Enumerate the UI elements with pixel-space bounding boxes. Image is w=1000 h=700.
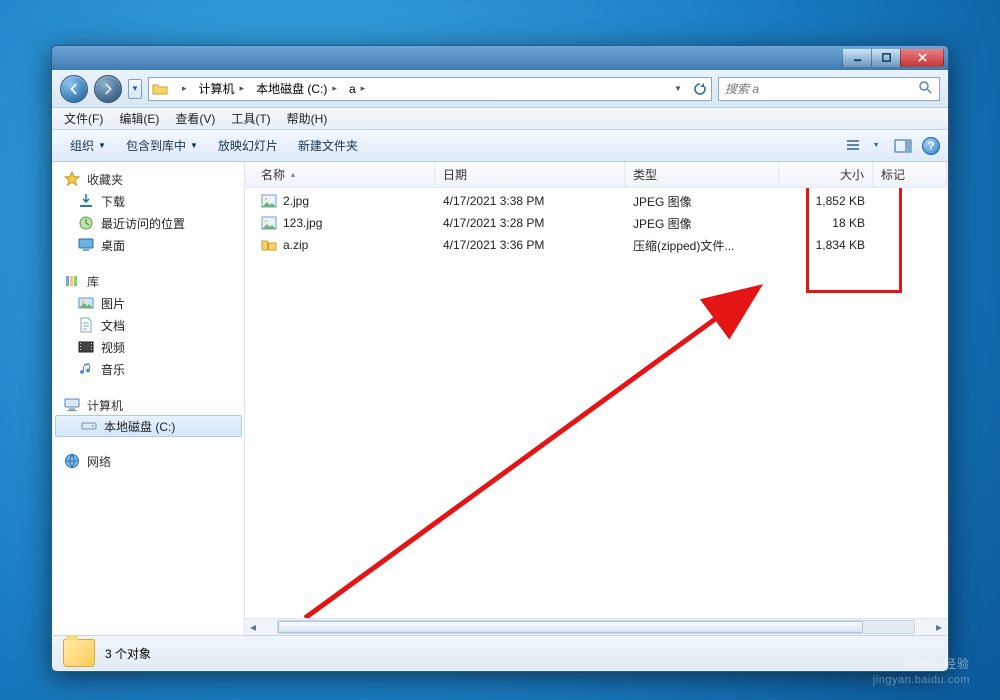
file-type: JPEG 图像	[625, 215, 779, 232]
desktop-icon	[77, 236, 95, 254]
sidebar-item-videos[interactable]: 视频	[53, 336, 244, 358]
pictures-icon	[77, 294, 95, 312]
refresh-button[interactable]	[689, 78, 711, 100]
main-area: 收藏夹 下载 最近访问的位置 桌面 库	[53, 162, 947, 635]
search-icon	[917, 79, 933, 98]
computer-icon	[63, 396, 81, 414]
table-row[interactable]: 123.jpg4/17/2021 3:28 PMJPEG 图像18 KB	[245, 212, 947, 234]
sidebar-item-downloads[interactable]: 下载	[53, 190, 244, 212]
videos-icon	[77, 338, 95, 356]
scrollbar-track[interactable]	[277, 620, 915, 634]
sidebar-item-documents[interactable]: 文档	[53, 314, 244, 336]
column-date[interactable]: 日期	[435, 162, 625, 187]
file-name: a.zip	[253, 237, 435, 253]
titlebar	[52, 46, 948, 70]
sidebar-favorites[interactable]: 收藏夹	[53, 168, 244, 190]
organize-button[interactable]: 组织▼	[60, 134, 116, 157]
file-date: 4/17/2021 3:28 PM	[435, 216, 625, 230]
breadcrumb-drive[interactable]: 本地磁盘 (C:)▸	[250, 78, 343, 100]
navigation-bar: ▼ ▸ 计算机▸ 本地磁盘 (C:)▸ a▸ ▼	[52, 70, 948, 108]
explorer-window: ▼ ▸ 计算机▸ 本地磁盘 (C:)▸ a▸ ▼ 文件(F) 编	[51, 45, 949, 672]
column-type[interactable]: 类型	[625, 162, 779, 187]
back-button[interactable]	[60, 75, 88, 103]
column-mark[interactable]: 标记	[873, 162, 947, 187]
file-size: 1,834 KB	[779, 238, 873, 252]
scrollbar-thumb[interactable]	[278, 621, 863, 633]
scroll-left-icon[interactable]: ◂	[245, 620, 261, 634]
sidebar-libraries[interactable]: 库	[53, 270, 244, 292]
folder-icon	[149, 81, 171, 97]
help-icon[interactable]: ?	[922, 137, 940, 155]
table-row[interactable]: a.zip4/17/2021 3:36 PM压缩(zipped)文件...1,8…	[245, 234, 947, 256]
new-folder-button[interactable]: 新建文件夹	[288, 134, 368, 157]
download-icon	[77, 192, 95, 210]
column-headers: 名称 日期 类型 大小 标记	[245, 162, 947, 188]
file-type: 压缩(zipped)文件...	[625, 237, 779, 254]
minimize-button[interactable]	[842, 49, 872, 67]
scroll-right-icon[interactable]: ▸	[931, 620, 947, 634]
navigation-pane: 收藏夹 下载 最近访问的位置 桌面 库	[53, 162, 245, 635]
breadcrumb-computer[interactable]: 计算机▸	[193, 78, 251, 100]
menu-view[interactable]: 查看(V)	[167, 108, 223, 129]
view-mode-button[interactable]: ▼	[842, 135, 884, 157]
status-bar: 3 个对象	[53, 635, 947, 670]
file-name: 2.jpg	[253, 193, 435, 209]
column-name[interactable]: 名称	[253, 162, 435, 187]
sidebar-item-pictures[interactable]: 图片	[53, 292, 244, 314]
file-type: JPEG 图像	[625, 193, 779, 210]
maximize-button[interactable]	[871, 49, 901, 67]
breadcrumb-folder[interactable]: a▸	[343, 78, 371, 100]
sidebar-item-desktop[interactable]: 桌面	[53, 234, 244, 256]
file-size: 18 KB	[779, 216, 873, 230]
sidebar-computer[interactable]: 计算机	[53, 394, 244, 416]
preview-pane-button[interactable]	[890, 135, 916, 157]
menu-edit[interactable]: 编辑(E)	[111, 108, 167, 129]
sidebar-item-music[interactable]: 音乐	[53, 358, 244, 380]
menu-bar: 文件(F) 编辑(E) 查看(V) 工具(T) 帮助(H)	[52, 108, 948, 130]
close-button[interactable]	[900, 49, 944, 67]
file-name: 123.jpg	[253, 215, 435, 231]
drive-icon	[80, 417, 98, 435]
horizontal-scrollbar[interactable]: ◂ ▸	[245, 618, 947, 635]
forward-button[interactable]	[94, 75, 122, 103]
file-pane: 名称 日期 类型 大小 标记 2.jpg4/17/2021 3:38 PMJPE…	[245, 162, 947, 635]
library-icon	[63, 272, 81, 290]
slideshow-button[interactable]: 放映幻灯片	[208, 134, 288, 157]
sidebar-network[interactable]: 网络	[53, 450, 244, 472]
search-input[interactable]	[725, 82, 913, 96]
file-date: 4/17/2021 3:38 PM	[435, 194, 625, 208]
include-in-library-button[interactable]: 包含到库中▼	[116, 134, 208, 157]
history-dropdown[interactable]: ▼	[128, 79, 142, 99]
star-icon	[63, 170, 81, 188]
file-date: 4/17/2021 3:36 PM	[435, 238, 625, 252]
status-text: 3 个对象	[105, 645, 151, 662]
file-list[interactable]: 2.jpg4/17/2021 3:38 PMJPEG 图像1,852 KB123…	[245, 188, 947, 618]
sidebar-item-recent[interactable]: 最近访问的位置	[53, 212, 244, 234]
address-bar[interactable]: ▸ 计算机▸ 本地磁盘 (C:)▸ a▸ ▼	[148, 77, 712, 101]
table-row[interactable]: 2.jpg4/17/2021 3:38 PMJPEG 图像1,852 KB	[245, 190, 947, 212]
file-size: 1,852 KB	[779, 194, 873, 208]
search-box[interactable]	[718, 77, 940, 101]
recent-icon	[77, 214, 95, 232]
folder-large-icon	[63, 639, 95, 667]
menu-tools[interactable]: 工具(T)	[223, 108, 278, 129]
sidebar-item-cdrive[interactable]: 本地磁盘 (C:)	[55, 415, 242, 437]
network-icon	[63, 452, 81, 470]
chevron-down-icon: ▼	[131, 84, 139, 93]
address-dropdown[interactable]: ▼	[667, 78, 689, 100]
column-size[interactable]: 大小	[779, 162, 873, 187]
breadcrumb-root[interactable]: ▸	[171, 78, 193, 100]
menu-file[interactable]: 文件(F)	[56, 108, 111, 129]
music-icon	[77, 360, 95, 378]
documents-icon	[77, 316, 95, 334]
command-toolbar: 组织▼ 包含到库中▼ 放映幻灯片 新建文件夹 ▼ ?	[52, 130, 948, 162]
menu-help[interactable]: 帮助(H)	[279, 108, 336, 129]
